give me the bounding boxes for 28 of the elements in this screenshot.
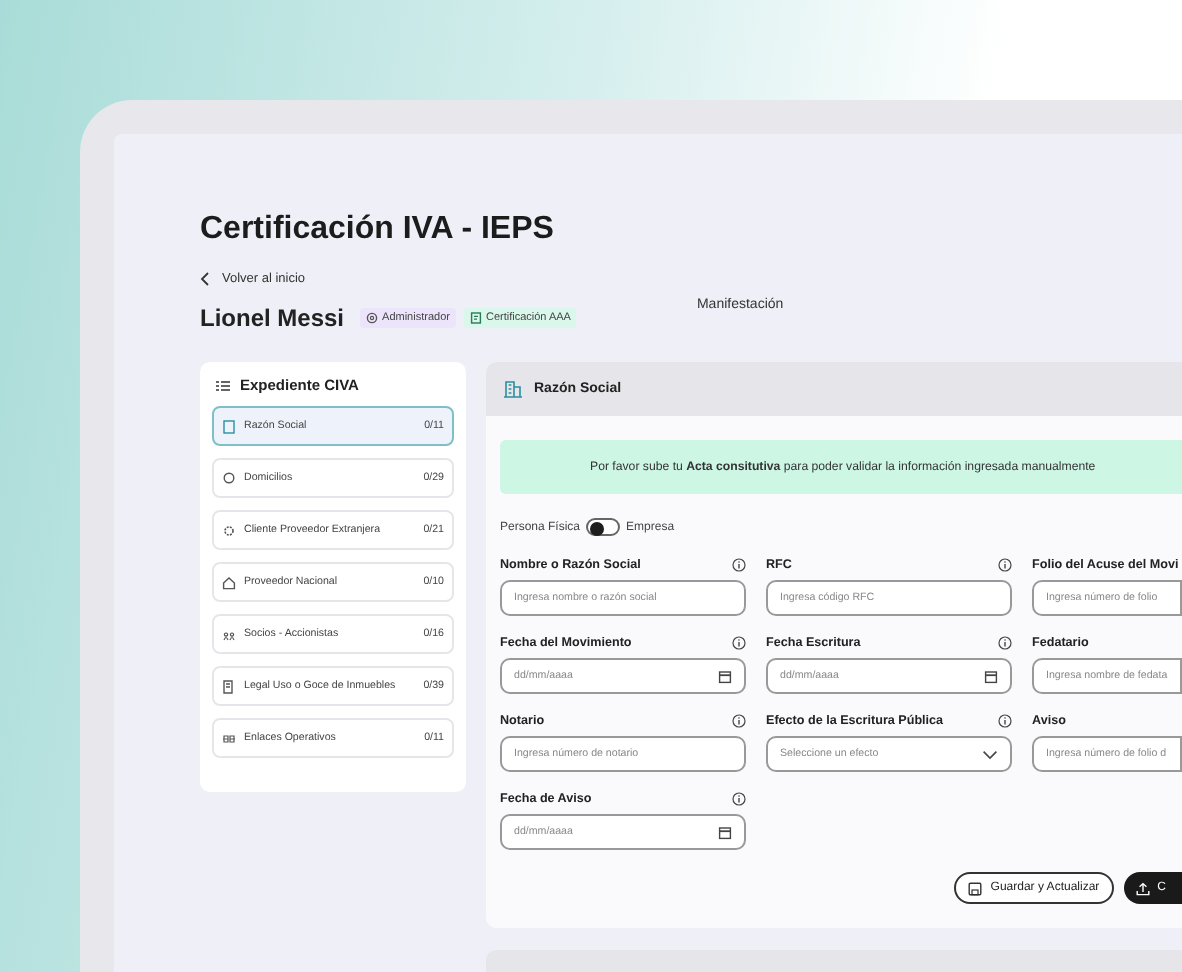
user-name: Lionel Messi (200, 304, 345, 332)
gear-icon (366, 312, 379, 324)
upload-icon (1135, 881, 1150, 895)
info-icon (998, 714, 1012, 728)
section-icon (222, 419, 236, 433)
section-icon (222, 627, 236, 641)
section-icon (222, 523, 236, 537)
calendar-icon (718, 669, 732, 683)
page-title: Certificación IVA - IEPS (200, 210, 554, 250)
building-icon (504, 380, 522, 398)
section-icon (222, 471, 236, 485)
info-icon (732, 792, 746, 806)
info-icon (998, 636, 1012, 650)
calendar-icon (718, 825, 732, 839)
chevron-down-icon (982, 749, 998, 759)
certificate-icon (469, 312, 482, 324)
section-icon (222, 575, 236, 589)
calendar-icon (984, 669, 998, 683)
info-icon (732, 558, 746, 572)
section-icon (222, 731, 236, 745)
info-icon (732, 714, 746, 728)
info-icon (998, 558, 1012, 572)
save-icon (968, 881, 983, 895)
list-icon (216, 379, 230, 391)
section-icon (222, 679, 236, 693)
info-icon (732, 636, 746, 650)
chevron-left-icon (200, 272, 212, 286)
type-switch[interactable] (586, 518, 621, 536)
